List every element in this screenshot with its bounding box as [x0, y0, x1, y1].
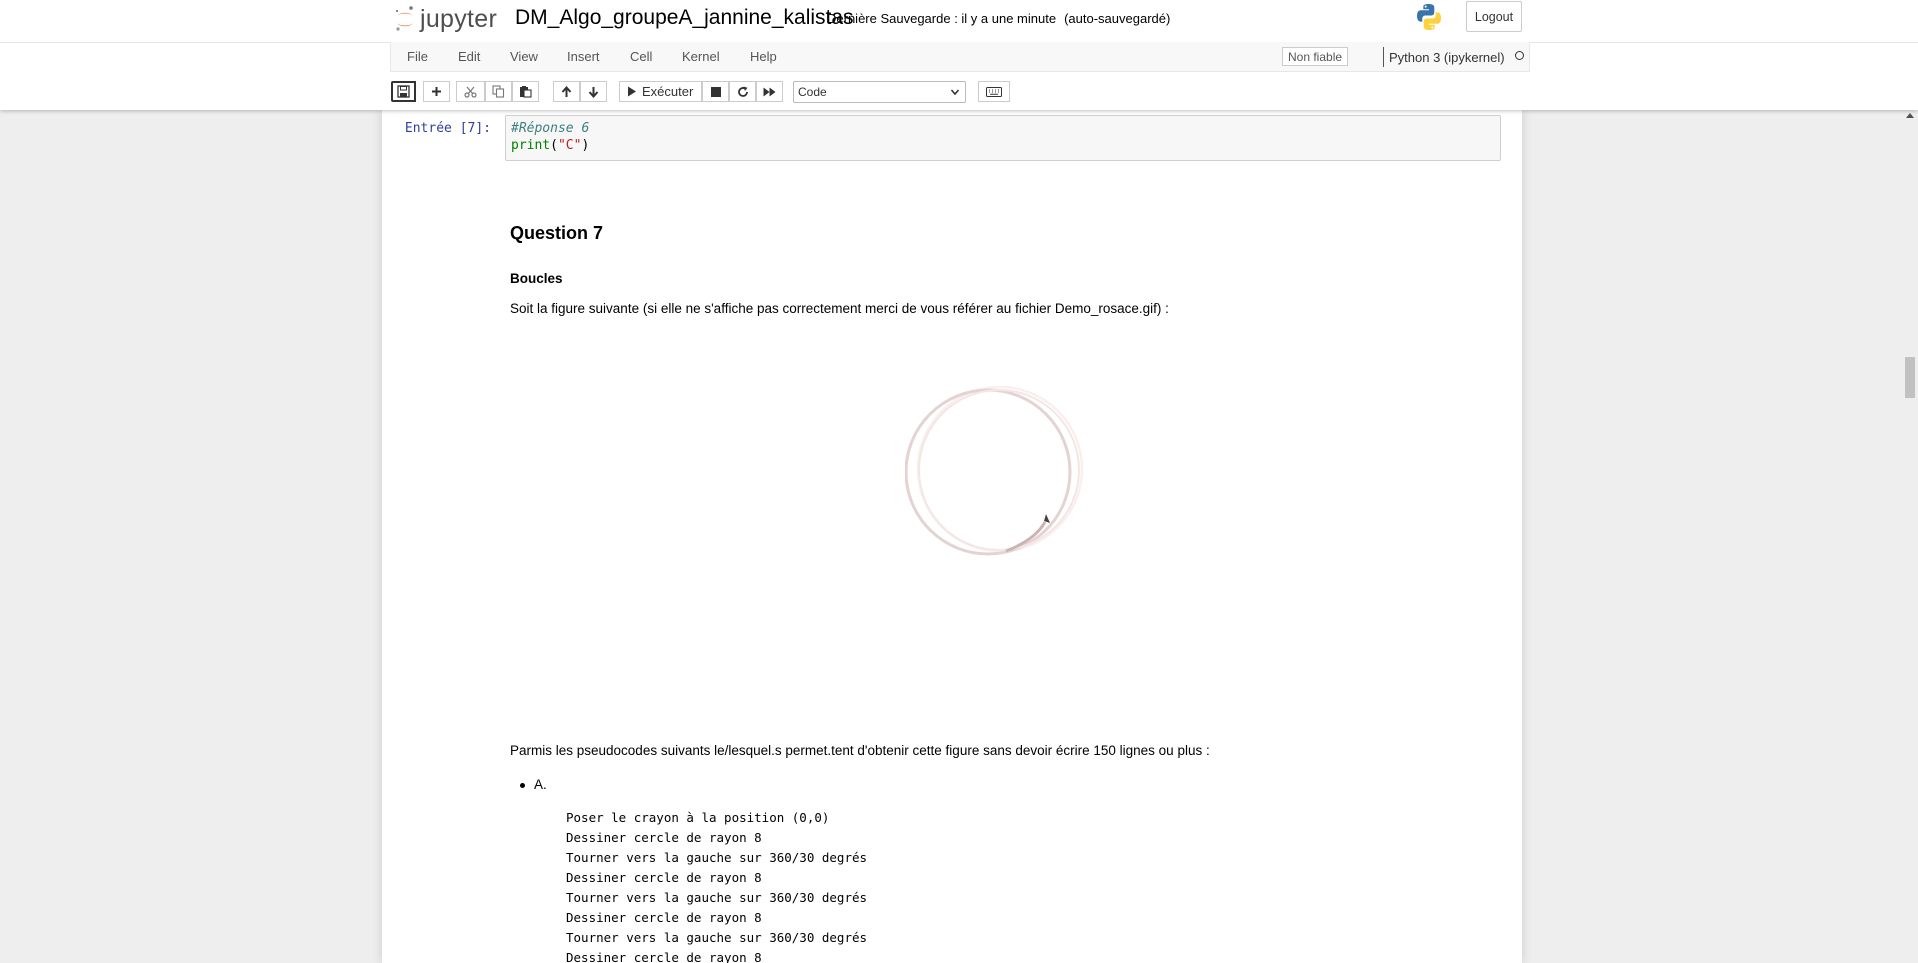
kernel-name[interactable]: Python 3 (ipykernel) [1383, 47, 1505, 67]
restart-run-all-button[interactable] [756, 81, 783, 102]
command-palette-button[interactable] [978, 81, 1010, 102]
notebook-header: jupyter DM_Algo_groupeA_jannine_kalistas… [0, 0, 1918, 110]
save-button[interactable] [391, 81, 416, 102]
paste-icon [520, 86, 532, 98]
run-button[interactable]: Exécuter [619, 81, 702, 102]
fast-forward-icon [763, 87, 776, 96]
code-paren-open: ( [550, 138, 558, 153]
menu-kernel[interactable]: Kernel [682, 49, 720, 64]
code-cell[interactable]: Entrée [7]: #Réponse 6 print("C") [382, 115, 1522, 162]
kernel-idle-icon [1515, 51, 1524, 60]
save-icon [397, 85, 410, 98]
code-paren-close: ) [581, 138, 590, 153]
menu-edit[interactable]: Edit [458, 49, 480, 64]
option-a-pseudocode: Poser le crayon à la position (0,0) Dess… [566, 810, 868, 963]
insert-cell-button[interactable] [423, 81, 450, 102]
paste-button[interactable] [512, 81, 539, 102]
arrow-down-icon [588, 86, 599, 98]
interrupt-button[interactable] [702, 81, 729, 102]
bullet-icon [520, 782, 525, 788]
move-up-button[interactable] [553, 81, 580, 102]
menubar: File Edit View Insert Cell Kernel Help N… [390, 42, 1530, 72]
move-down-button[interactable] [580, 81, 607, 102]
restart-button[interactable] [729, 81, 756, 102]
save-status: Dernière Sauvegarde : il y a une minute (… [827, 11, 1170, 26]
menu-view[interactable]: View [510, 49, 538, 64]
notebook-toolbar: Exécuter Code [390, 78, 1530, 106]
copy-button[interactable] [485, 81, 512, 102]
input-prompt: Entrée [7]: [404, 121, 491, 136]
menu-file[interactable]: File [407, 49, 428, 64]
logout-button[interactable]: Logout [1466, 1, 1522, 32]
header-container: jupyter DM_Algo_groupeA_jannine_kalistas… [390, 0, 1530, 42]
option-a-label: A. [534, 777, 547, 792]
code-input-area[interactable]: #Réponse 6 print("C") [505, 115, 1501, 161]
option-a: A. [520, 777, 547, 792]
code-builtin: print [511, 138, 551, 153]
question-subheading: Boucles [510, 271, 563, 286]
cell-type-select[interactable]: Code [793, 81, 966, 103]
menu-cell[interactable]: Cell [630, 49, 652, 64]
question-intro: Soit la figure suivante (si elle ne s'af… [510, 301, 1169, 316]
turtle-cursor-icon [1044, 514, 1050, 523]
notebook-title[interactable]: DM_Algo_groupeA_jannine_kalistas [515, 6, 854, 30]
question-heading: Question 7 [510, 223, 604, 243]
rosace-circle [905, 388, 1072, 556]
play-icon [628, 86, 636, 97]
python-icon [1417, 4, 1441, 30]
arrow-up-icon [561, 85, 572, 97]
copy-icon [492, 85, 505, 98]
jupyter-logo[interactable]: jupyter [394, 4, 497, 34]
autosave-status: (auto-sauvegardé) [1064, 11, 1171, 26]
run-button-label: Exécuter [642, 84, 694, 99]
chevron-down-icon [950, 89, 960, 96]
notebook-site: Entrée [7]: #Réponse 6 print("C") Questi… [0, 110, 1918, 963]
menu-help[interactable]: Help [750, 49, 777, 64]
rosace-figure [905, 385, 1084, 556]
scrollbar-thumb[interactable] [1905, 357, 1915, 398]
last-checkpoint: Dernière Sauvegarde : il y a une minute [827, 11, 1057, 26]
keyboard-icon [986, 86, 1002, 97]
code-comment: #Réponse 6 [511, 121, 590, 136]
scroll-up-arrow-icon[interactable] [1906, 113, 1914, 118]
jupyter-logo-icon [396, 6, 413, 31]
page-scrollbar[interactable] [1902, 110, 1918, 963]
stop-icon [710, 86, 721, 97]
notebook-trust-badge[interactable]: Non fiable [1282, 47, 1349, 66]
jupyter-logo-text: jupyter [420, 4, 498, 33]
code-string: "C" [557, 138, 582, 153]
plus-icon [432, 87, 441, 96]
cut-button[interactable] [456, 81, 485, 102]
cell-type-value: Code [798, 85, 827, 99]
restart-icon [737, 86, 748, 97]
notebook-container: Entrée [7]: #Réponse 6 print("C") Questi… [382, 110, 1522, 963]
menu-insert[interactable]: Insert [567, 49, 600, 64]
rosace-circle-light [918, 389, 1080, 551]
cut-icon [464, 86, 477, 98]
question-prompt: Parmis les pseudocodes suivants le/lesqu… [510, 743, 1210, 758]
